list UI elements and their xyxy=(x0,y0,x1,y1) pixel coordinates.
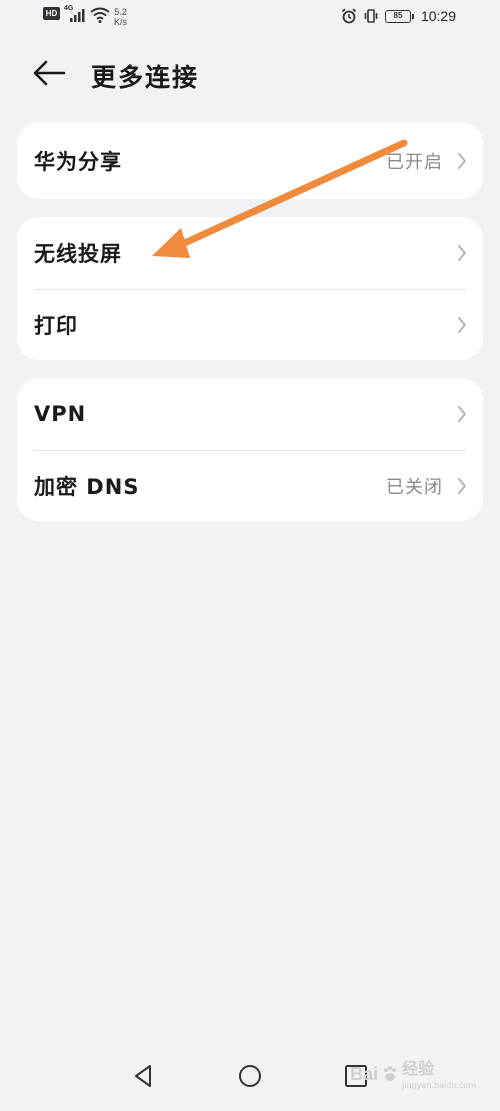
battery-icon: 85 xyxy=(384,9,414,23)
network-speed: 5.2 K/s xyxy=(114,7,127,27)
row-label: 打印 xyxy=(34,313,78,338)
chevron-right-icon xyxy=(458,153,466,169)
chevron-right-icon xyxy=(458,406,466,422)
row-label: 加密 DNS xyxy=(34,474,140,499)
chevron-right-icon xyxy=(458,317,466,333)
row-status: 已开启 xyxy=(386,151,443,173)
back-arrow-icon[interactable] xyxy=(30,58,68,88)
nav-back-icon[interactable] xyxy=(130,1062,158,1090)
status-bar-right: 85 10:29 xyxy=(341,8,456,24)
card-huawei-share: 华为分享 已开启 xyxy=(17,122,483,199)
row-wireless-projection[interactable]: 无线投屏 xyxy=(17,217,483,289)
nav-home-icon[interactable] xyxy=(236,1062,264,1090)
row-label: VPN xyxy=(34,402,87,426)
watermark-brand: Bai xyxy=(350,1063,379,1084)
watermark-suffix: 经验 xyxy=(402,1061,435,1078)
wifi-icon xyxy=(90,7,110,23)
chevron-right-icon xyxy=(458,245,466,261)
watermark-sub: jingyan.baidu.com xyxy=(402,1081,476,1090)
chevron-right-icon xyxy=(458,478,466,494)
row-encrypted-dns[interactable]: 加密 DNS 已关闭 xyxy=(17,450,483,521)
row-print[interactable]: 打印 xyxy=(17,289,483,360)
row-label: 华为分享 xyxy=(34,149,122,174)
page-title: 更多连接 xyxy=(91,63,200,92)
alarm-icon xyxy=(341,8,357,24)
signal-icon: 4G xyxy=(64,5,86,23)
row-huawei-share[interactable]: 华为分享 已开启 xyxy=(17,122,483,199)
vibrate-icon xyxy=(364,9,378,23)
status-bar-left: HD 4G 5.2 K/s xyxy=(43,5,127,27)
watermark-text: 经验 jingyan.baidu.com xyxy=(402,1055,476,1093)
status-bar: HD 4G 5.2 K/s 85 10:29 xyxy=(0,0,500,34)
row-status: 已关闭 xyxy=(386,476,443,498)
watermark: Bai 经验 jingyan.baidu.com xyxy=(350,1055,476,1093)
row-vpn[interactable]: VPN xyxy=(17,378,483,450)
speed-value: 5.2 xyxy=(114,7,127,17)
network-type-label: 4G xyxy=(64,5,74,12)
header: 更多连接 xyxy=(0,48,500,98)
paw-icon xyxy=(384,1066,397,1081)
hd-icon: HD xyxy=(43,7,60,20)
card-display-print: 无线投屏 打印 xyxy=(17,217,483,360)
card-vpn-dns: VPN 加密 DNS 已关闭 xyxy=(17,378,483,521)
status-time: 10:29 xyxy=(420,8,456,24)
speed-unit: K/s xyxy=(114,17,128,27)
row-label: 无线投屏 xyxy=(34,242,122,266)
